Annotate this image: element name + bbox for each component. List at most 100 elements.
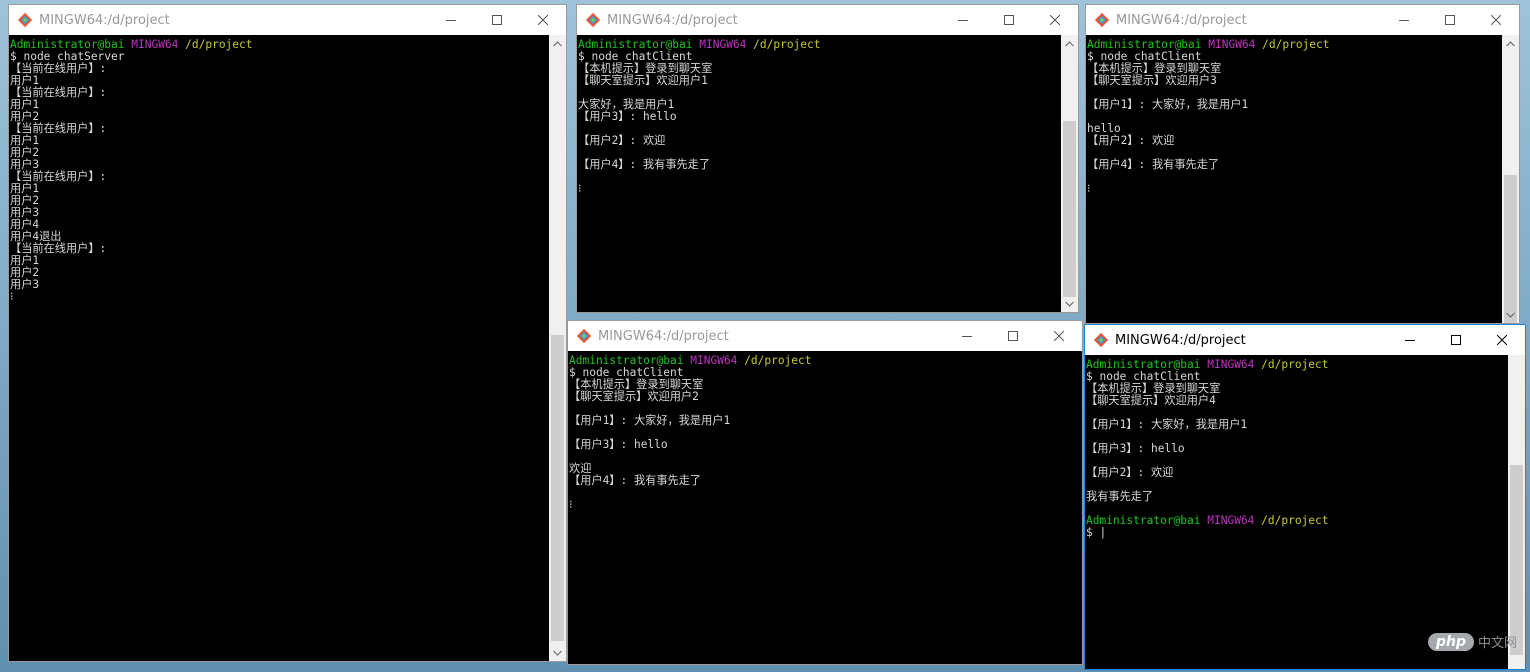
scroll-thumb[interactable]	[1504, 175, 1517, 323]
close-icon	[1050, 15, 1060, 25]
title-bar[interactable]: MINGW64:/d/project	[9, 5, 566, 35]
close-button[interactable]	[1479, 325, 1525, 355]
scroll-up-button[interactable]	[1061, 35, 1078, 52]
scroll-down-button[interactable]	[549, 644, 566, 661]
chevron-up-icon	[1065, 40, 1074, 46]
prompt-segment: MINGW64	[131, 38, 186, 51]
terminal-output[interactable]: Administrator@bai MINGW64 /d/project $ no…	[568, 351, 1065, 664]
git-bash-icon	[1093, 332, 1109, 348]
terminal-line: 【用户4】: 我有事先走了	[1087, 158, 1220, 171]
terminal-output[interactable]: Administrator@bai MINGW64 /d/project $ no…	[1085, 355, 1508, 669]
minimize-button[interactable]	[1387, 325, 1433, 355]
terminal-window-server[interactable]: MINGW64:/d/project Administrator@bai MIN…	[8, 4, 567, 662]
scrollbar[interactable]	[1508, 355, 1525, 669]
scrollbar[interactable]	[549, 35, 566, 661]
terminal-line: 用户3	[10, 206, 40, 219]
scroll-down-button[interactable]	[1502, 306, 1519, 323]
prompt-segment: /d/project	[744, 354, 812, 367]
chevron-up-icon	[1506, 40, 1515, 46]
terminal-window-client1[interactable]: MINGW64:/d/project Administrator@bai MIN…	[576, 4, 1079, 313]
terminal-line: 【聊天室提示】欢迎用户1	[578, 74, 708, 87]
scroll-down-button[interactable]	[1061, 295, 1078, 312]
prompt-segment: /d/project	[753, 38, 821, 51]
terminal-line: 用户2	[10, 266, 40, 279]
chevron-up-icon	[553, 40, 562, 46]
scroll-up-button[interactable]	[1502, 35, 1519, 52]
terminal-output[interactable]: Administrator@bai MINGW64 /d/project $ no…	[9, 35, 549, 661]
terminal-line: 用户2	[10, 146, 40, 159]
close-button[interactable]	[1036, 321, 1082, 351]
terminal-line: Administrator@bai MINGW64 /d/project	[1086, 515, 1508, 527]
git-bash-icon	[585, 12, 601, 28]
terminal-line: $ |	[1086, 526, 1107, 539]
chevron-down-icon	[1065, 301, 1074, 307]
scrollbar[interactable]	[1502, 35, 1519, 323]
prompt-segment: /d/project	[1261, 358, 1329, 371]
scrollbar[interactable]	[1061, 35, 1078, 312]
close-icon	[1491, 15, 1501, 25]
prompt-segment: MINGW64	[699, 38, 754, 51]
chevron-down-icon	[1506, 312, 1515, 318]
terminal-line: 【用户2】: 欢迎	[578, 134, 666, 147]
watermark-logo: php	[1427, 632, 1474, 651]
title-bar[interactable]: MINGW64:/d/project	[1085, 325, 1525, 355]
maximize-button[interactable]	[986, 5, 1032, 35]
git-bash-icon	[17, 12, 33, 28]
title-bar[interactable]: MINGW64:/d/project	[1086, 5, 1519, 35]
terminal-line: ⁝	[569, 498, 573, 511]
maximize-icon	[492, 15, 502, 25]
scroll-up-button[interactable]	[549, 35, 566, 52]
maximize-icon	[1445, 15, 1455, 25]
terminal-line: 用户1	[10, 98, 40, 111]
terminal-output[interactable]: Administrator@bai MINGW64 /d/project $ no…	[577, 35, 1061, 312]
terminal-line: 用户2	[10, 194, 40, 207]
terminal-output[interactable]: Administrator@bai MINGW64 /d/project $ no…	[1086, 35, 1502, 323]
terminal-line: ⁝	[1087, 182, 1091, 195]
minimize-button[interactable]	[944, 321, 990, 351]
terminal-line: 【当前在线用户】:	[10, 62, 107, 75]
maximize-button[interactable]	[1433, 325, 1479, 355]
terminal-window-client2[interactable]: MINGW64:/d/project Administrator@bai MIN…	[567, 320, 1083, 665]
terminal-window-client4[interactable]: MINGW64:/d/project Administrator@bai MIN…	[1084, 324, 1526, 670]
terminal-window-client3[interactable]: MINGW64:/d/project Administrator@bai MIN…	[1085, 4, 1520, 324]
terminal-line: 【当前在线用户】:	[10, 170, 107, 183]
maximize-button[interactable]	[1427, 5, 1473, 35]
window-title: MINGW64:/d/project	[1116, 12, 1247, 28]
title-bar[interactable]: MINGW64:/d/project	[577, 5, 1078, 35]
git-bash-icon	[1094, 12, 1110, 28]
minimize-icon	[446, 20, 456, 21]
minimize-icon	[1399, 20, 1409, 21]
scrollbar[interactable]	[1065, 351, 1082, 664]
minimize-icon	[962, 336, 972, 337]
prompt-segment: /d/project	[1261, 514, 1329, 527]
terminal-line: ⁝	[578, 182, 582, 195]
scroll-thumb[interactable]	[1510, 465, 1523, 655]
terminal-line: 【当前在线用户】:	[10, 86, 107, 99]
close-button[interactable]	[1473, 5, 1519, 35]
close-button[interactable]	[1032, 5, 1078, 35]
close-icon	[1497, 335, 1507, 345]
terminal-line: 【聊天室提示】欢迎用户4	[1086, 394, 1216, 407]
terminal-line: 【当前在线用户】:	[10, 122, 107, 135]
minimize-button[interactable]	[428, 5, 474, 35]
git-bash-icon	[576, 328, 592, 344]
terminal-line: 【用户4】: 我有事先走了	[578, 158, 711, 171]
window-title: MINGW64:/d/project	[607, 12, 738, 28]
minimize-button[interactable]	[940, 5, 986, 35]
maximize-button[interactable]	[990, 321, 1036, 351]
terminal-line: 用户1	[10, 254, 40, 267]
close-button[interactable]	[520, 5, 566, 35]
scroll-thumb[interactable]	[551, 335, 564, 641]
scroll-thumb[interactable]	[1063, 121, 1076, 297]
title-bar[interactable]: MINGW64:/d/project	[568, 321, 1082, 351]
minimize-button[interactable]	[1381, 5, 1427, 35]
prompt-segment: MINGW64	[1207, 358, 1262, 371]
prompt-segment: /d/project	[1262, 38, 1330, 51]
maximize-icon	[1451, 335, 1461, 345]
maximize-button[interactable]	[474, 5, 520, 35]
chevron-down-icon	[553, 650, 562, 656]
